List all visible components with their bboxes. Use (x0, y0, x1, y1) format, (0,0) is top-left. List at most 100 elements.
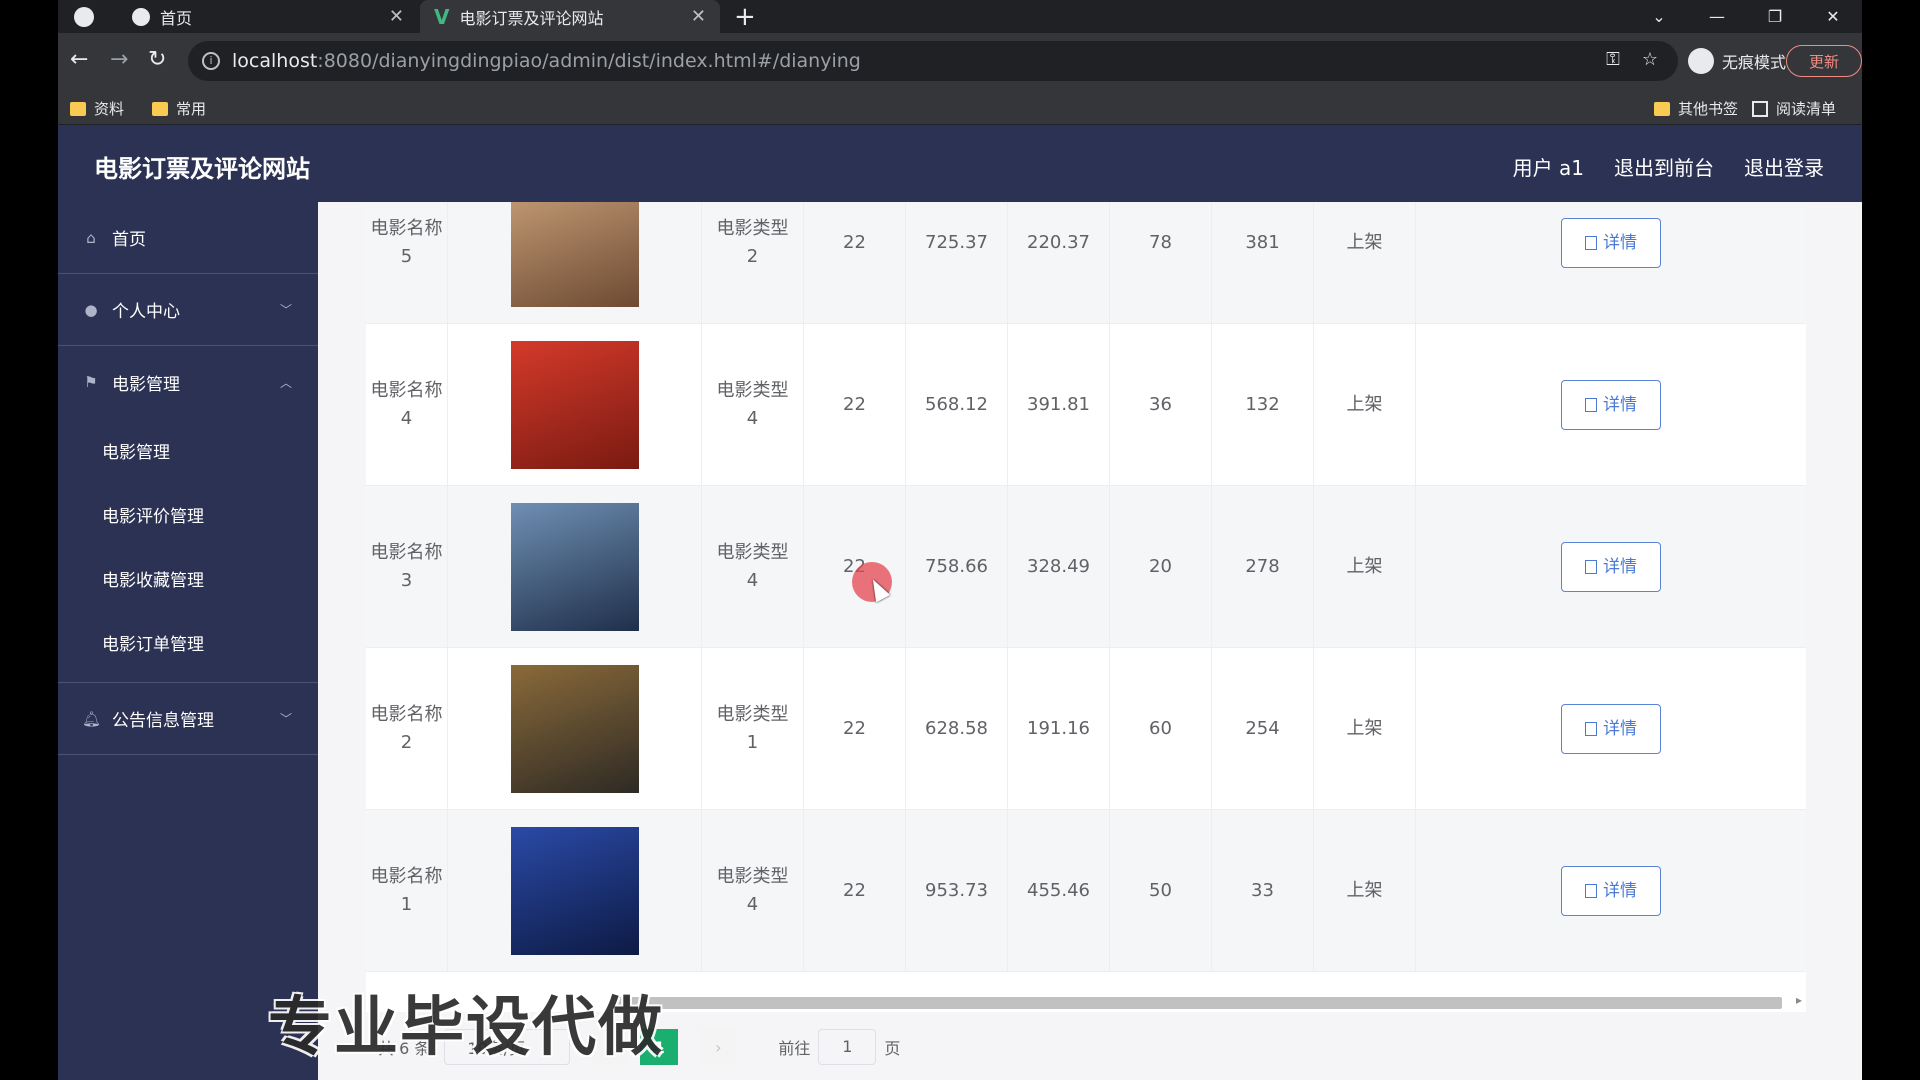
cell-c1: 22 (804, 486, 906, 647)
detail-button[interactable]: 详情 (1561, 703, 1661, 754)
cell-c3: 455.46 (1008, 810, 1110, 971)
table-row: 电影名称 3 电影类型 4 22 758.66 328.49 20 278 上架 详情 (366, 486, 1806, 648)
cell-text: 725.37 (925, 231, 988, 253)
movie-poster[interactable] (510, 826, 639, 955)
submenu-item-favorites[interactable]: 电影收藏管理 (58, 546, 318, 610)
submenu-item-movies[interactable]: 电影管理 (58, 418, 318, 482)
action-cell: 详情 (1416, 648, 1806, 809)
window-controls: ⌄ — ❐ ✕ (1630, 0, 1862, 33)
star-icon[interactable]: ☆ (1642, 49, 1658, 70)
submenu-item-label: 电影收藏管理 (102, 570, 204, 591)
logout-link[interactable]: 退出登录 (1744, 152, 1824, 181)
bookmark-label: 常用 (176, 100, 207, 118)
cell-type: 电影类型 4 (702, 810, 804, 971)
poster-cell (448, 810, 702, 971)
cell-c4: 36 (1110, 324, 1212, 485)
submenu-item-reviews[interactable]: 电影评价管理 (58, 482, 318, 546)
action-cell: 详情 (1416, 324, 1806, 485)
omnibox-icons: ⚿ ☆ (1606, 49, 1658, 70)
address-bar[interactable]: i localhost :8080/dianyingdingpiao/admin… (188, 41, 1678, 81)
tab-movie-site[interactable]: V 电影订票及评论网站 ✕ (420, 0, 720, 33)
close-icon[interactable]: ✕ (389, 6, 404, 27)
sidebar-item-label: 公告信息管理 (112, 711, 214, 731)
cell-text: 电影类型 2 (716, 217, 789, 267)
table-row: 电影名称 2 电影类型 1 22 628.58 191.16 60 254 上架 详情 (366, 648, 1806, 810)
sidebar: ⌂ 首页 ● 个人中心 ﹀ ⚑ 电影管理 ︿ 电影管理 电影评价管理 电影收藏管… (58, 202, 318, 1080)
submenu-item-orders[interactable]: 电影订单管理 (58, 610, 318, 674)
detail-label: 详情 (1603, 232, 1637, 253)
sidebar-item-announcements[interactable]: 🔔︎ 公告信息管理 ﹀ (58, 683, 318, 755)
document-icon (1585, 559, 1597, 574)
back-to-front-link[interactable]: 退出到前台 (1614, 152, 1714, 181)
app-header: 电影订票及评论网站 用户 a1 退出到前台 退出登录 (58, 125, 1862, 202)
url-host: localhost (232, 50, 318, 72)
tab-label: 首页 (160, 8, 193, 28)
cell-c3: 191.16 (1008, 648, 1110, 809)
scrollbar-thumb[interactable] (616, 997, 1782, 1009)
back-icon[interactable]: ← (70, 47, 88, 72)
new-tab-button[interactable]: + (734, 2, 756, 32)
movie-poster[interactable] (510, 340, 639, 469)
update-label: 更新 (1808, 52, 1839, 71)
browser-toolbar: ← → ↻ i localhost :8080/dianyingdingpiao… (58, 33, 1862, 89)
forward-icon[interactable]: → (110, 47, 128, 72)
close-window-icon[interactable]: ✕ (1804, 7, 1862, 26)
cell-text: 758.66 (925, 555, 988, 577)
detail-button[interactable]: 详情 (1561, 541, 1661, 592)
movie-poster[interactable] (510, 664, 639, 793)
tab-search-icon[interactable]: ⌄ (1630, 7, 1688, 26)
next-page-button[interactable]: › (700, 1029, 737, 1065)
sidebar-item-profile[interactable]: ● 个人中心 ﹀ (58, 274, 318, 346)
submenu-movie: 电影管理 电影评价管理 电影收藏管理 电影订单管理 (58, 418, 318, 683)
minimize-icon[interactable]: — (1688, 7, 1746, 26)
cell-text: 22 (843, 879, 866, 901)
reload-icon[interactable]: ↻ (148, 47, 166, 72)
update-button[interactable]: 更新 (1786, 45, 1862, 77)
cell-name: 电影名称 5 (366, 202, 448, 323)
cell-c5: 132 (1212, 324, 1314, 485)
goto-prefix: 前往 (778, 1039, 811, 1058)
restore-icon[interactable]: ❐ (1746, 7, 1804, 26)
cell-text: 电影名称 5 (370, 217, 443, 267)
cell-name: 电影名称 3 (366, 486, 448, 647)
cell-c4: 50 (1110, 810, 1212, 971)
info-icon[interactable]: i (202, 52, 220, 70)
tab-home[interactable]: 首页 ✕ (118, 0, 418, 33)
detail-button[interactable]: 详情 (1561, 217, 1661, 268)
movie-poster[interactable] (510, 502, 639, 631)
cell-text: 22 (843, 393, 866, 415)
scroll-right-icon[interactable]: ▸ (1796, 993, 1802, 1007)
browser-window: 首页 ✕ V 电影订票及评论网站 ✕ + ⌄ — ❐ ✕ ← → ↻ i loc… (58, 0, 1862, 1080)
bookmark-label: 阅读清单 (1776, 100, 1837, 118)
watermark-text: 专业毕设代做 (268, 991, 664, 1065)
globe-icon (74, 7, 94, 27)
goto-page-input[interactable]: 1 (818, 1029, 877, 1065)
bookmark-folder-other[interactable]: 其他书签 (1654, 98, 1738, 119)
folder-icon (152, 101, 168, 116)
cell-c1: 22 (804, 810, 906, 971)
sidebar-item-movie-management[interactable]: ⚑ 电影管理 ︿ (58, 346, 318, 418)
cell-text: 上架 (1346, 717, 1383, 739)
bell-icon: 🔔︎ (82, 709, 102, 728)
sidebar-item-label: 首页 (112, 230, 146, 250)
bookmark-folder[interactable]: 常用 (152, 98, 206, 119)
detail-button[interactable]: 详情 (1561, 379, 1661, 430)
close-icon[interactable]: ✕ (691, 6, 706, 27)
movie-poster[interactable] (510, 202, 639, 307)
reading-list[interactable]: 阅读清单 (1752, 98, 1836, 119)
cell-text: 22 (843, 717, 866, 739)
tab-label: 电影订票及评论网站 (459, 8, 604, 28)
document-icon (1585, 883, 1597, 898)
bookmark-folder[interactable]: 资料 (70, 98, 124, 119)
cell-c1: 22 (804, 648, 906, 809)
flag-icon: ⚑ (84, 373, 98, 391)
detail-button[interactable]: 详情 (1561, 865, 1661, 916)
key-icon[interactable]: ⚿ (1606, 49, 1620, 70)
incognito-indicator[interactable]: 无痕模式 (1688, 41, 1786, 81)
cell-c2: 628.58 (906, 648, 1008, 809)
cell-c2: 758.66 (906, 486, 1008, 647)
cell-status: 上架 (1314, 648, 1416, 809)
cell-text: 上架 (1346, 393, 1383, 415)
sidebar-item-label: 个人中心 (112, 302, 180, 322)
sidebar-item-home[interactable]: ⌂ 首页 (58, 202, 318, 274)
